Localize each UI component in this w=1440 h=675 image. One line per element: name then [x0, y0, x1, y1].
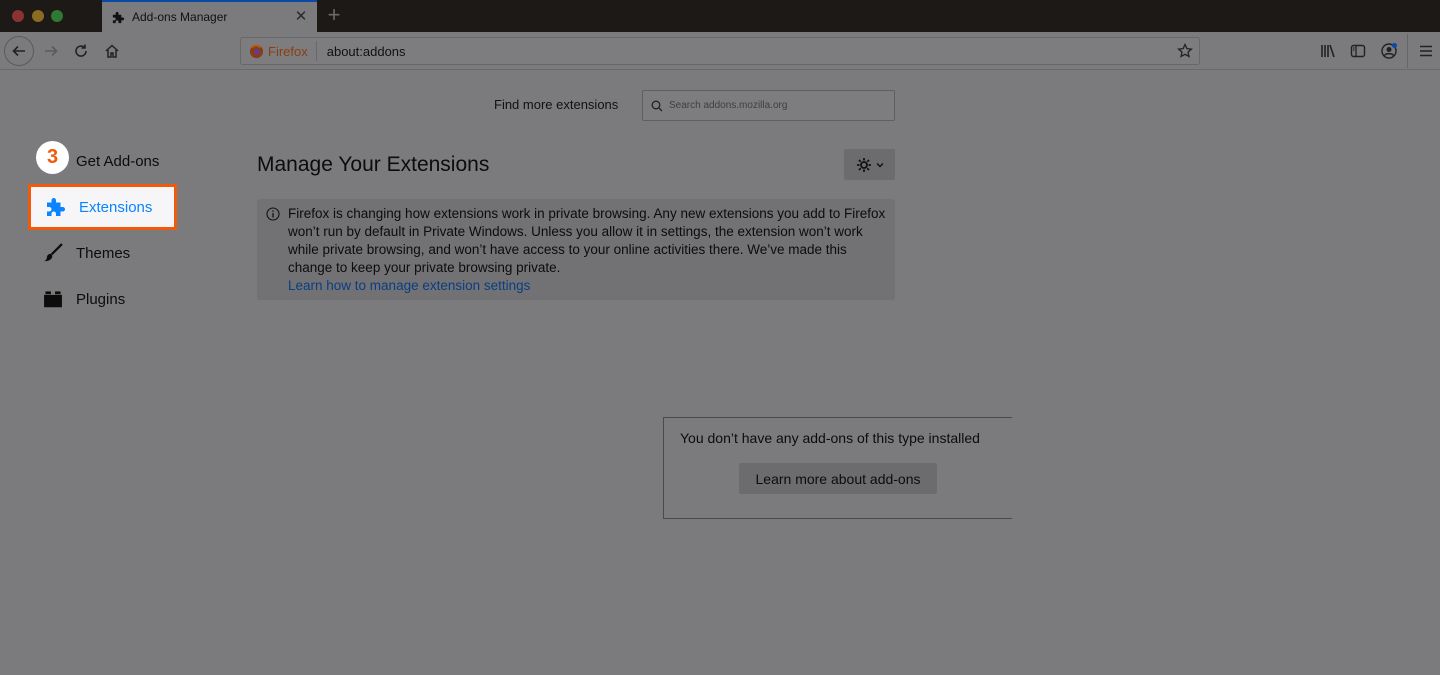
sidebar-item-themes[interactable]: Themes: [28, 230, 177, 276]
library-icon: [1321, 44, 1335, 58]
brush-icon: [40, 240, 66, 266]
tab-bar: Add-ons Manager ✕ +: [0, 0, 1440, 32]
reload-icon: [75, 44, 87, 57]
manage-extension-settings-link[interactable]: Learn how to manage extension settings: [288, 277, 887, 295]
step-badge: 3: [36, 141, 69, 174]
tools-menu-button[interactable]: [844, 149, 895, 180]
puzzle-icon: [43, 194, 69, 220]
plugin-icon: [40, 286, 66, 312]
addons-content: Find more extensions Get Add-ons 3 Exten…: [0, 71, 1440, 675]
new-tab-button[interactable]: +: [322, 4, 346, 28]
forward-icon: [45, 45, 58, 57]
app-menu-button[interactable]: [1411, 36, 1440, 66]
close-tab-icon[interactable]: ✕: [291, 7, 311, 27]
addons-search[interactable]: [642, 90, 895, 121]
sidebar-toggle-button[interactable]: [1343, 36, 1373, 66]
search-icon: [651, 100, 663, 111]
tab-title: Add-ons Manager: [132, 10, 228, 24]
identity-box[interactable]: Firefox: [241, 41, 317, 61]
info-icon: [266, 207, 280, 221]
firefox-logo-icon: [249, 44, 264, 58]
account-icon: [1381, 43, 1397, 59]
sidebar-item-label: Plugins: [76, 290, 126, 308]
window-close-button[interactable]: [12, 10, 24, 22]
reload-button[interactable]: [66, 36, 96, 66]
navigation-toolbar: Firefox about:addons: [0, 32, 1440, 70]
sidebar-item-label: Themes: [76, 244, 131, 262]
tab-addons-manager[interactable]: Add-ons Manager ✕: [102, 0, 317, 32]
menu-icon: [1420, 45, 1432, 57]
library-button[interactable]: [1313, 36, 1343, 66]
sidebar-item-label: Get Add-ons: [76, 152, 160, 170]
find-more-label: Find more extensions: [494, 97, 619, 112]
sidebar-item-extensions[interactable]: Extensions: [28, 184, 177, 230]
account-button[interactable]: [1374, 36, 1404, 66]
puzzle-icon: [110, 9, 126, 25]
home-icon: [105, 44, 119, 58]
notice-text: Firefox is changing how extensions work …: [288, 206, 886, 275]
sidebar-item-plugins[interactable]: Plugins: [28, 276, 177, 322]
chevron-down-icon: [876, 162, 883, 167]
url-bar[interactable]: Firefox about:addons: [240, 37, 1200, 65]
toolbar-separator: [1407, 34, 1408, 68]
empty-state: You don’t have any add-ons of this type …: [663, 417, 1012, 519]
search-input[interactable]: [669, 100, 889, 111]
back-button[interactable]: [4, 36, 34, 66]
identity-label: Firefox: [268, 43, 308, 59]
url-text[interactable]: about:addons: [327, 44, 1171, 59]
sidebar-icon: [1350, 44, 1366, 58]
gear-icon: [856, 157, 871, 172]
bookmark-star-icon[interactable]: [1171, 37, 1199, 65]
sidebar-item-label: Extensions: [79, 198, 153, 216]
back-icon: [12, 45, 25, 57]
forward-button[interactable]: [36, 36, 66, 66]
empty-state-message: You don’t have any add-ons of this type …: [680, 430, 980, 446]
window-zoom-button[interactable]: [51, 10, 63, 22]
learn-more-button[interactable]: Learn more about add-ons: [739, 463, 937, 494]
home-button[interactable]: [97, 36, 127, 66]
private-browsing-notice: Firefox is changing how extensions work …: [257, 199, 895, 300]
page-title: Manage Your Extensions: [257, 153, 490, 176]
window-minimize-button[interactable]: [32, 10, 44, 22]
